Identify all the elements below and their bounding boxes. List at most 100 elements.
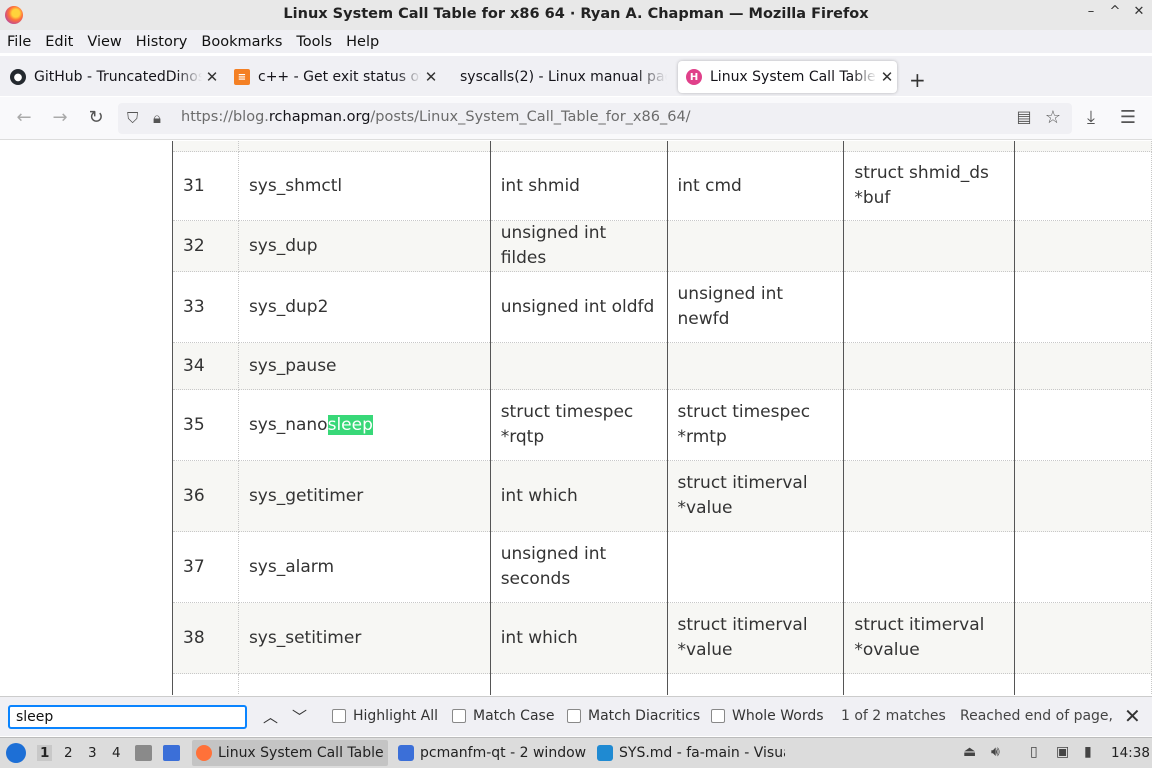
find-previous-icon[interactable]: ︿ xyxy=(263,706,278,727)
menu-bar: File Edit View History Bookmarks Tools H… xyxy=(0,30,1152,53)
minimize-button[interactable]: – xyxy=(1084,4,1098,19)
tab-syscall-table[interactable]: H Linux System Call Table for x86 64 ✕ xyxy=(678,61,897,93)
new-tab-button[interactable]: + xyxy=(909,68,926,92)
menu-edit[interactable]: Edit xyxy=(45,34,73,50)
syscall-arg xyxy=(1014,141,1152,152)
bookmark-star-icon[interactable]: ☆ xyxy=(1042,107,1064,128)
file-manager-launcher-icon[interactable] xyxy=(135,745,152,761)
workspace-4[interactable]: 4 xyxy=(112,745,121,761)
syscall-arg xyxy=(666,531,845,603)
firefox-icon xyxy=(196,745,212,761)
checkbox-icon[interactable] xyxy=(332,709,346,723)
syscall-number: 32 xyxy=(172,220,239,272)
syscall-arg: unsigned int fildes xyxy=(489,220,668,272)
workspace-1[interactable]: 1 xyxy=(37,745,53,761)
tab-close-icon[interactable]: ✕ xyxy=(421,68,441,86)
forward-icon[interactable]: → xyxy=(49,107,71,128)
maximize-button[interactable]: ^ xyxy=(1108,4,1122,19)
checkbox-icon[interactable] xyxy=(452,709,466,723)
syscall-arg: struct itimerval *value xyxy=(666,460,845,532)
menu-tools[interactable]: Tools xyxy=(296,34,332,50)
syscall-arg xyxy=(1014,151,1152,221)
syscall-arg xyxy=(1014,342,1152,390)
match-case-checkbox[interactable]: Match Case xyxy=(452,708,554,724)
url-text[interactable]: https://blog.rchapman.org/posts/Linux_Sy… xyxy=(181,109,691,125)
clock: 14:38 xyxy=(1111,745,1150,761)
app-menu-icon[interactable]: ☰ xyxy=(1117,107,1139,128)
find-close-icon[interactable]: ✕ xyxy=(1124,704,1141,728)
task-pcmanfm[interactable]: pcmanfm-qt - 2 windows xyxy=(394,740,586,766)
checkbox-icon[interactable] xyxy=(567,709,581,723)
battery-icon[interactable]: ▮ xyxy=(1084,744,1092,760)
syscall-arg xyxy=(1014,531,1152,603)
syscall-arg: struct itimerval *ovalue xyxy=(843,602,1016,674)
tab-close-icon[interactable]: ✕ xyxy=(202,68,222,86)
workspace-3[interactable]: 3 xyxy=(88,745,97,761)
highlight-all-checkbox[interactable]: Highlight All xyxy=(332,708,438,724)
syscall-arg xyxy=(489,141,668,152)
tab-strip: ● GitHub - TruncatedDinosour ✕ ≡ c++ - G… xyxy=(0,56,1152,96)
workspace-2[interactable]: 2 xyxy=(64,745,73,761)
reload-icon[interactable]: ↻ xyxy=(85,107,107,128)
syscall-number: 34 xyxy=(172,342,239,390)
table-row xyxy=(172,141,1152,152)
network-icon[interactable]: ▣ xyxy=(1056,744,1069,760)
syscall-name: sys_shmctl xyxy=(237,151,491,221)
table-row: 37 sys_alarm unsigned int seconds xyxy=(172,531,1152,603)
checkbox-icon[interactable] xyxy=(711,709,725,723)
table-row: 34 sys_pause xyxy=(172,342,1152,390)
task-vscode[interactable]: SYS.md - fa-main - Visual Studio Code xyxy=(593,740,785,766)
h-icon: H xyxy=(686,69,702,85)
syscall-arg: int which xyxy=(489,602,668,674)
whole-words-checkbox[interactable]: Whole Words xyxy=(711,708,824,724)
tab-syscalls-man[interactable]: syscalls(2) - Linux manual page xyxy=(452,61,667,93)
volume-icon[interactable]: 🔊︎ xyxy=(991,744,1000,760)
syscall-arg xyxy=(843,389,1016,461)
menu-view[interactable]: View xyxy=(87,34,121,50)
syscall-number: 37 xyxy=(172,531,239,603)
close-window-button[interactable]: ✕ xyxy=(1132,4,1146,19)
match-diacritics-checkbox[interactable]: Match Diacritics xyxy=(567,708,700,724)
clipboard-icon[interactable]: ▯ xyxy=(1030,744,1038,760)
syscall-number: 31 xyxy=(172,151,239,221)
syscall-number: 36 xyxy=(172,460,239,532)
downloads-icon[interactable]: ⤓ xyxy=(1080,107,1102,128)
url-bar[interactable]: ⛉ 🔒︎ https://blog.rchapman.org/posts/Lin… xyxy=(118,103,1072,134)
syscall-arg xyxy=(489,673,668,695)
syscall-arg xyxy=(1014,602,1152,674)
syscall-name: sys_nanosleep xyxy=(237,389,491,461)
syscall-arg: struct timespec *rmtp xyxy=(666,389,845,461)
find-input[interactable] xyxy=(8,705,247,729)
syscall-arg: int cmd xyxy=(666,151,845,221)
tab-github[interactable]: ● GitHub - TruncatedDinosour ✕ xyxy=(2,61,222,93)
find-bar: ︿ ﹀ Highlight All Match Case Match Diacr… xyxy=(0,696,1152,736)
tab-label: GitHub - TruncatedDinosour xyxy=(34,69,202,85)
menu-bookmarks[interactable]: Bookmarks xyxy=(201,34,282,50)
find-status-message: Reached end of page, continued from top xyxy=(960,708,1112,724)
task-firefox[interactable]: Linux System Call Table for x86 64 xyxy=(192,740,388,766)
show-desktop-icon[interactable] xyxy=(163,745,180,761)
reader-view-icon[interactable]: ▤ xyxy=(1013,107,1035,126)
menu-history[interactable]: History xyxy=(136,34,188,50)
syscall-arg: unsigned int newfd xyxy=(666,271,845,343)
menu-help[interactable]: Help xyxy=(346,34,379,50)
table-row: 31 sys_shmctl int shmid int cmd struct s… xyxy=(172,151,1152,221)
syscall-arg xyxy=(666,342,845,390)
tab-stackoverflow[interactable]: ≡ c++ - Get exit status of a process ✕ xyxy=(226,61,441,93)
back-icon[interactable]: ← xyxy=(13,107,35,128)
menu-file[interactable]: File xyxy=(7,34,31,50)
syscall-arg xyxy=(1014,460,1152,532)
find-next-icon[interactable]: ﹀ xyxy=(292,706,307,727)
syscall-name: sys_alarm xyxy=(237,531,491,603)
syscall-number xyxy=(172,141,239,152)
start-menu-icon[interactable] xyxy=(6,743,26,763)
tab-close-icon[interactable]: ✕ xyxy=(877,68,897,86)
syscall-arg xyxy=(843,271,1016,343)
syscall-arg xyxy=(666,673,845,695)
window-controls: – ^ ✕ xyxy=(1084,4,1146,19)
shield-icon[interactable]: ⛉ xyxy=(127,109,138,127)
lock-icon[interactable]: 🔒︎ xyxy=(153,109,161,127)
eject-icon[interactable]: ⏏ xyxy=(963,744,976,760)
stackoverflow-icon: ≡ xyxy=(234,69,250,85)
syscall-arg: int shmid xyxy=(489,151,668,221)
